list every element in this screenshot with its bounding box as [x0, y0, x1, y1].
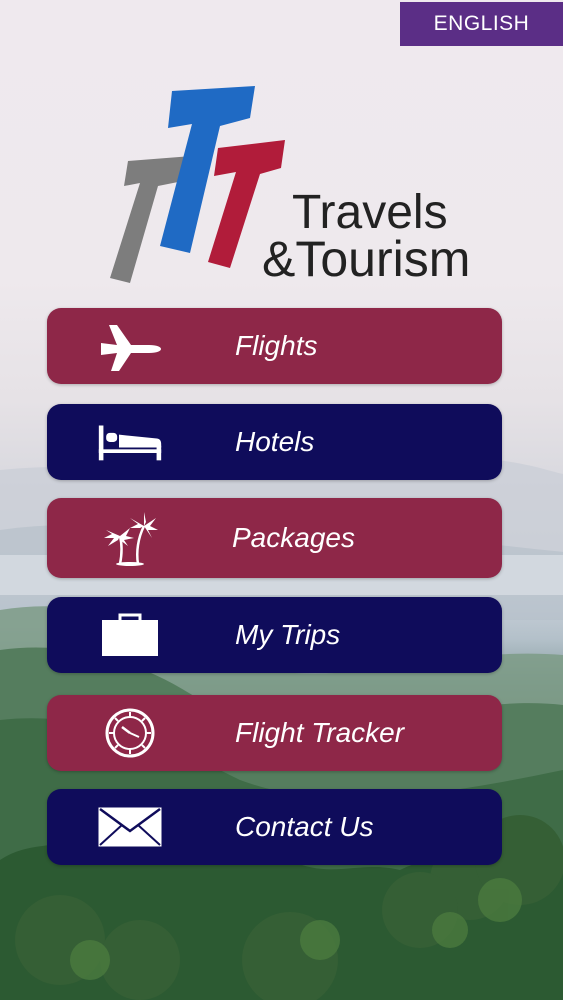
- brand-logo: Travels &Tourism: [100, 78, 500, 293]
- packages-button[interactable]: Packages: [47, 498, 502, 578]
- flight-tracker-label: Flight Tracker: [235, 717, 405, 748]
- contact-us-button[interactable]: Contact Us: [47, 789, 502, 865]
- language-button[interactable]: ENGLISH: [400, 2, 563, 46]
- airplane-icon: [97, 321, 163, 371]
- briefcase-icon: [97, 610, 163, 660]
- bed-icon: [97, 417, 163, 467]
- my-trips-label: My Trips: [235, 619, 341, 650]
- clock-icon: [97, 708, 163, 758]
- flights-label: Flights: [235, 330, 318, 361]
- packages-label: Packages: [232, 522, 355, 553]
- flights-button[interactable]: Flights: [47, 308, 502, 384]
- logo-tourism-text: &Tourism: [262, 231, 470, 287]
- palm-trees-icon: [97, 512, 163, 566]
- envelope-icon: [97, 802, 163, 852]
- hotels-button[interactable]: Hotels: [47, 404, 502, 480]
- contact-us-label: Contact Us: [235, 811, 374, 842]
- hotels-label: Hotels: [235, 426, 315, 457]
- flight-tracker-button[interactable]: Flight Tracker: [47, 695, 502, 771]
- my-trips-button[interactable]: My Trips: [47, 597, 502, 673]
